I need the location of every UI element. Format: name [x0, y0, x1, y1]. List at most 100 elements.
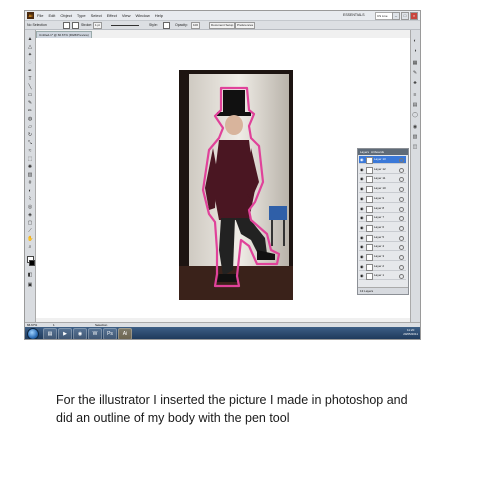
target-icon[interactable] [399, 225, 404, 231]
illustrator-icon[interactable]: Ai [118, 328, 132, 339]
menu-help[interactable]: Help [155, 11, 163, 20]
graph-tool-icon[interactable]: ▥ [27, 172, 33, 178]
direct-selection-icon[interactable]: △ [27, 44, 33, 50]
target-icon[interactable] [399, 235, 404, 241]
lasso-icon[interactable]: ◌ [27, 60, 33, 66]
eye-icon[interactable]: ◉ [360, 175, 364, 182]
symbols-icon[interactable]: ♣ [412, 80, 418, 86]
layer-row[interactable]: ◉ Layer 3 [359, 253, 406, 261]
layer-row[interactable]: ◉ Layer 1 [359, 272, 406, 281]
blend-icon[interactable]: ◎ [27, 204, 33, 210]
rotate-icon[interactable]: ↻ [27, 132, 33, 138]
layer-row[interactable]: ◉ Layer 2 [359, 263, 406, 271]
layer-row[interactable]: ◉ Layer 5 [359, 234, 406, 242]
screen-mode-icon[interactable]: ▣ [27, 282, 33, 288]
eye-icon[interactable]: ◉ [360, 263, 364, 270]
color-guide-icon[interactable]: ◑ [412, 48, 418, 54]
menu-type[interactable]: Type [77, 11, 86, 20]
target-icon[interactable] [399, 245, 404, 251]
graphic-styles-icon[interactable]: ▧ [412, 134, 418, 140]
eye-icon[interactable]: ◉ [360, 234, 364, 241]
target-icon[interactable] [399, 177, 404, 183]
stroke-panel-icon[interactable]: ≡ [412, 92, 418, 98]
layer-row[interactable]: ◉ Layer 13 [359, 156, 406, 164]
selection-tool-icon[interactable]: ▲ [27, 36, 33, 42]
free-transform-icon[interactable]: ⬚ [27, 156, 33, 162]
eyedropper-icon[interactable]: ⌇ [27, 196, 33, 202]
layer-row[interactable]: ◉ Layer 9 [359, 195, 406, 203]
layer-row[interactable]: ◉ Layer 6 [359, 224, 406, 232]
clock-date[interactable]: 20/05/2011 [403, 332, 418, 336]
eye-icon[interactable]: ◉ [360, 253, 364, 260]
slice-icon[interactable]: ⟋ [27, 228, 33, 234]
rectangle-tool-icon[interactable]: ▭ [27, 92, 33, 98]
symbol-sprayer-icon[interactable]: ✺ [27, 164, 33, 170]
line-tool-icon[interactable]: ╲ [27, 84, 33, 90]
fill-swatch[interactable] [63, 22, 70, 29]
appearance-icon[interactable]: ◉ [412, 124, 418, 130]
stroke-swatch[interactable] [72, 22, 79, 29]
stroke-weight[interactable]: 1 pt [93, 22, 103, 29]
layer-row[interactable]: ◉ Layer 11 [359, 175, 406, 184]
placed-photo[interactable] [179, 70, 293, 300]
workspace-switcher[interactable]: ESSENTIALS [343, 13, 365, 18]
stroke-color-icon[interactable] [29, 260, 35, 266]
minimize-icon[interactable]: – [392, 12, 400, 20]
menu-object[interactable]: Object [60, 11, 72, 20]
artboard-icon[interactable]: ▢ [27, 220, 33, 226]
scale-icon[interactable]: ⤡ [27, 140, 33, 146]
document-setup-button[interactable]: Document Setup [209, 22, 236, 29]
maximize-icon[interactable]: □ [401, 12, 409, 20]
eye-icon[interactable]: ◉ [360, 243, 364, 250]
layer-row[interactable]: ◉ Layer 12 [359, 166, 406, 174]
target-icon[interactable] [399, 167, 404, 173]
warp-icon[interactable]: ≈ [27, 148, 33, 154]
layer-row[interactable]: ◉ Layer 7 [359, 214, 406, 223]
layer-row[interactable]: ◉ Layer 10 [359, 185, 406, 194]
paintbrush-icon[interactable]: ✎ [27, 100, 33, 106]
draw-mode-icon[interactable]: ◧ [27, 272, 33, 278]
layer-row[interactable]: ◉ Layer 8 [359, 205, 406, 213]
eraser-icon[interactable]: ▱ [27, 124, 33, 130]
menu-window[interactable]: Window [135, 11, 149, 20]
target-icon[interactable] [399, 196, 404, 202]
menu-edit[interactable]: Edit [48, 11, 55, 20]
photoshop-icon[interactable]: Ps [103, 328, 117, 339]
layers-panel-icon[interactable]: ◫ [412, 144, 418, 150]
eye-icon[interactable]: ◉ [360, 195, 364, 202]
color-panel-icon[interactable]: ◐ [412, 38, 418, 44]
tab-layers[interactable]: Layers [360, 149, 369, 155]
eye-icon[interactable]: ◉ [360, 214, 364, 221]
eye-icon[interactable]: ◉ [360, 224, 364, 231]
target-icon[interactable] [399, 206, 404, 212]
transparency-icon[interactable]: ◯ [412, 112, 418, 118]
live-paint-icon[interactable]: ◈ [27, 212, 33, 218]
word-icon[interactable]: W [88, 328, 102, 339]
blob-brush-icon[interactable]: ◍ [27, 116, 33, 122]
target-icon[interactable] [399, 264, 404, 270]
mesh-icon[interactable]: # [27, 180, 33, 186]
eye-icon[interactable]: ◉ [360, 272, 364, 279]
gradient-icon[interactable]: ◐ [27, 188, 33, 194]
type-tool-icon[interactable]: T [27, 76, 33, 82]
brushes-icon[interactable]: ✎ [412, 70, 418, 76]
eye-icon[interactable]: ◉ [360, 166, 364, 173]
menu-effect[interactable]: Effect [107, 11, 117, 20]
close-icon[interactable]: × [410, 12, 418, 20]
eye-icon[interactable]: ◉ [360, 205, 364, 212]
gradient-panel-icon[interactable]: ▤ [412, 102, 418, 108]
layer-row[interactable]: ◉ Layer 4 [359, 243, 406, 252]
pencil-icon[interactable]: ✏ [27, 108, 33, 114]
magic-wand-icon[interactable]: ✦ [27, 52, 33, 58]
target-icon[interactable] [399, 158, 404, 163]
menu-file[interactable]: File [37, 11, 43, 20]
target-icon[interactable] [399, 274, 404, 280]
start-button-icon[interactable] [27, 328, 39, 339]
target-icon[interactable] [399, 255, 404, 260]
document-tab[interactable]: Untitled-1* @ 66.67% (RGB/Preview) [36, 31, 92, 38]
target-icon[interactable] [399, 216, 404, 222]
eye-icon[interactable]: ◉ [360, 185, 364, 192]
swatches-icon[interactable]: ▦ [412, 60, 418, 66]
style-swatch[interactable] [163, 22, 170, 29]
target-icon[interactable] [399, 187, 404, 193]
